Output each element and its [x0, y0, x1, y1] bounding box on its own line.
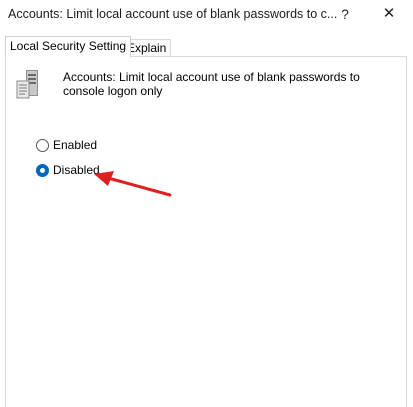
window-title: Accounts: Limit local account use of bla…	[8, 7, 338, 21]
enabled-radio[interactable]	[36, 139, 49, 152]
close-button[interactable]: ✕	[376, 2, 402, 26]
tab-local-security-setting[interactable]: Local Security Setting	[5, 36, 132, 57]
disabled-radio[interactable]	[36, 164, 49, 177]
policy-description: Accounts: Limit local account use of bla…	[63, 70, 360, 98]
title-bar: Accounts: Limit local account use of bla…	[0, 0, 413, 30]
red-arrow-icon	[94, 171, 172, 197]
server-policy-icon	[16, 70, 38, 99]
enabled-label[interactable]: Enabled	[53, 138, 97, 152]
settings-panel	[5, 56, 407, 407]
help-button[interactable]: ?	[333, 2, 357, 26]
